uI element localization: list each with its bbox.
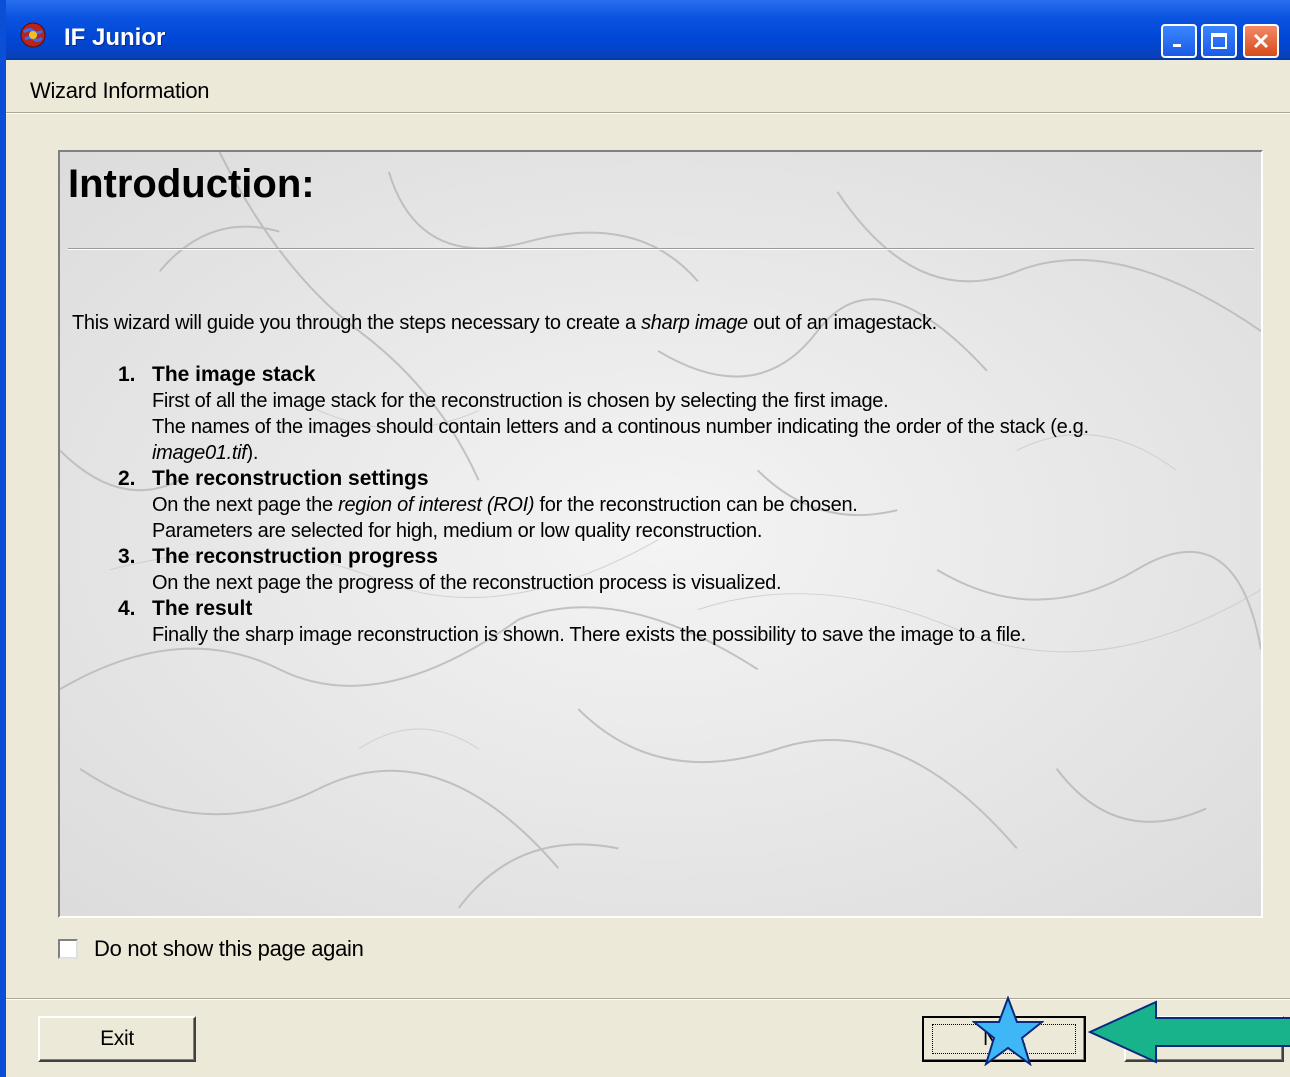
steps-list: 1. The image stack First of all the image… (118, 362, 1248, 648)
star-annotation-icon (972, 996, 1044, 1066)
maximize-icon (1211, 33, 1227, 49)
step-text: The names of the images should contain l… (152, 416, 1089, 438)
step-title: The result (152, 597, 253, 620)
wizard-content-panel: Introduction: This wizard will guide you… (58, 150, 1263, 918)
arrow-annotation-icon (1087, 1000, 1290, 1064)
step-text: Parameters are selected for high, medium… (152, 520, 763, 542)
list-item: 1. The image stack First of all the image… (118, 362, 1248, 466)
wizard-window: IF Junior Wizard Information Introductio… (0, 0, 1290, 1077)
close-button[interactable] (1243, 24, 1279, 58)
minimize-icon (1173, 44, 1181, 47)
minimize-button[interactable] (1161, 24, 1197, 58)
step-text: Finally the sharp image reconstruction i… (152, 624, 1026, 646)
header-divider (6, 112, 1290, 114)
step-text: On the next page the region of interest … (152, 494, 858, 516)
step-number: 1. (118, 363, 136, 386)
dont-show-again-checkbox[interactable] (58, 939, 78, 959)
step-title: The reconstruction settings (152, 467, 429, 490)
list-item: 3. The reconstruction progress On the nex… (118, 544, 1248, 596)
exit-button[interactable]: Exit (38, 1016, 196, 1062)
list-item: 4. The result Finally the sharp image rec… (118, 596, 1248, 648)
maximize-button[interactable] (1201, 24, 1237, 58)
dont-show-again-label[interactable]: Do not show this page again (94, 936, 364, 962)
step-number: 3. (118, 545, 136, 568)
dont-show-again-row[interactable]: Do not show this page again (58, 936, 364, 962)
wizard-header-label: Wizard Information (30, 78, 210, 103)
step-text: image01.tif). (152, 442, 259, 464)
title-bar[interactable]: IF Junior (6, 0, 1290, 60)
step-number: 2. (118, 467, 136, 490)
step-title: The reconstruction progress (152, 545, 438, 568)
app-globe-icon (20, 22, 46, 48)
step-title: The image stack (152, 363, 316, 386)
exit-button-label: Exit (100, 1027, 134, 1050)
step-text: On the next page the progress of the rec… (152, 572, 782, 594)
intro-title: Introduction: (68, 162, 315, 206)
step-number: 4. (118, 597, 136, 620)
intro-paragraph: This wizard will guide you through the s… (72, 312, 937, 334)
step-text: First of all the image stack for the rec… (152, 390, 889, 412)
close-icon (1253, 33, 1269, 49)
title-divider (68, 248, 1254, 250)
list-item: 2. The reconstruction settings On the nex… (118, 466, 1248, 544)
window-title: IF Junior (64, 24, 166, 51)
